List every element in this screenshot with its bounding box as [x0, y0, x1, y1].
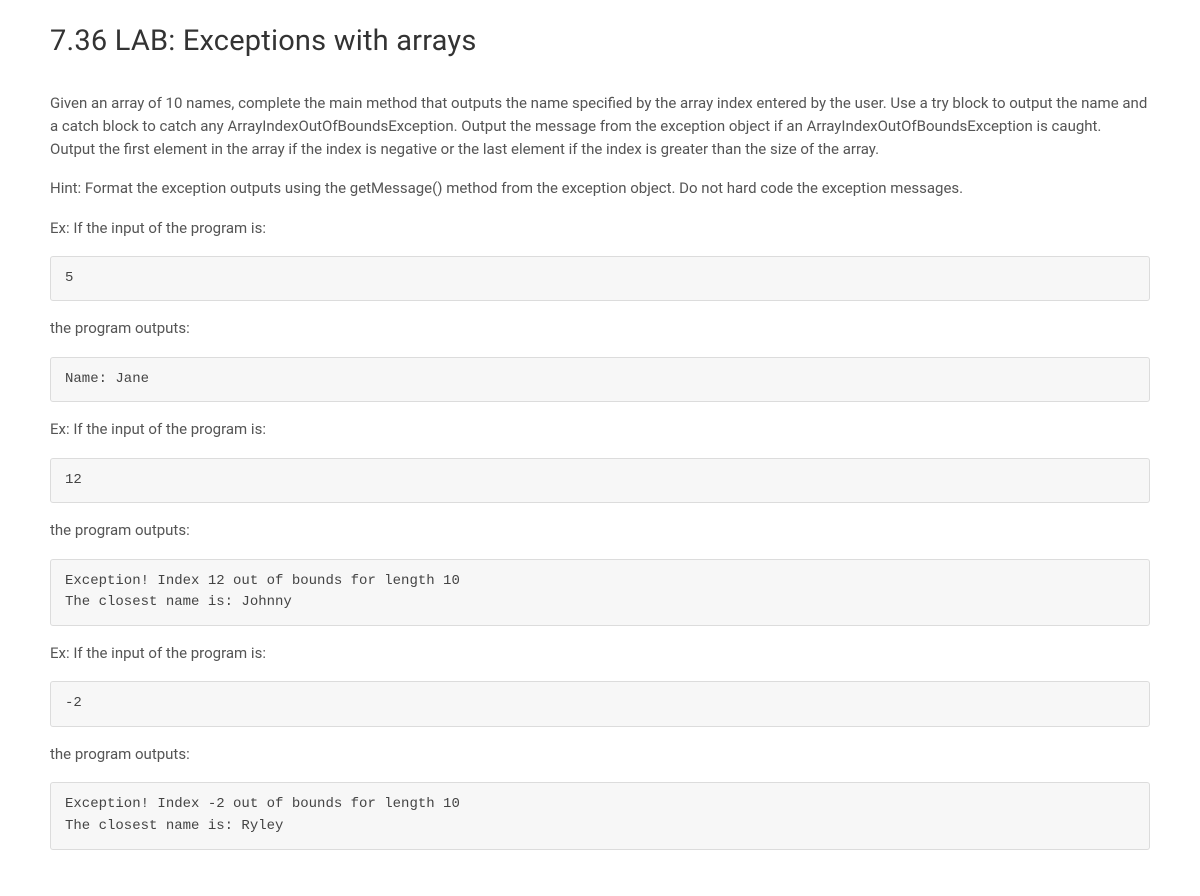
example-prompt-3: Ex: If the input of the program is:: [50, 642, 1150, 665]
page-title: 7.36 LAB: Exceptions with arrays: [50, 20, 1150, 64]
example-input-2: 12: [50, 458, 1150, 504]
output-label-1: the program outputs:: [50, 317, 1150, 340]
example-input-3: -2: [50, 681, 1150, 727]
example-output-3: Exception! Index -2 out of bounds for le…: [50, 782, 1150, 849]
example-prompt-1: Ex: If the input of the program is:: [50, 217, 1150, 240]
example-output-2: Exception! Index 12 out of bounds for le…: [50, 559, 1150, 626]
example-output-1: Name: Jane: [50, 357, 1150, 403]
example-prompt-2: Ex: If the input of the program is:: [50, 418, 1150, 441]
intro-paragraph: Given an array of 10 names, complete the…: [50, 92, 1150, 162]
output-label-2: the program outputs:: [50, 519, 1150, 542]
output-label-3: the program outputs:: [50, 743, 1150, 766]
example-input-1: 5: [50, 256, 1150, 302]
hint-paragraph: Hint: Format the exception outputs using…: [50, 177, 1150, 200]
